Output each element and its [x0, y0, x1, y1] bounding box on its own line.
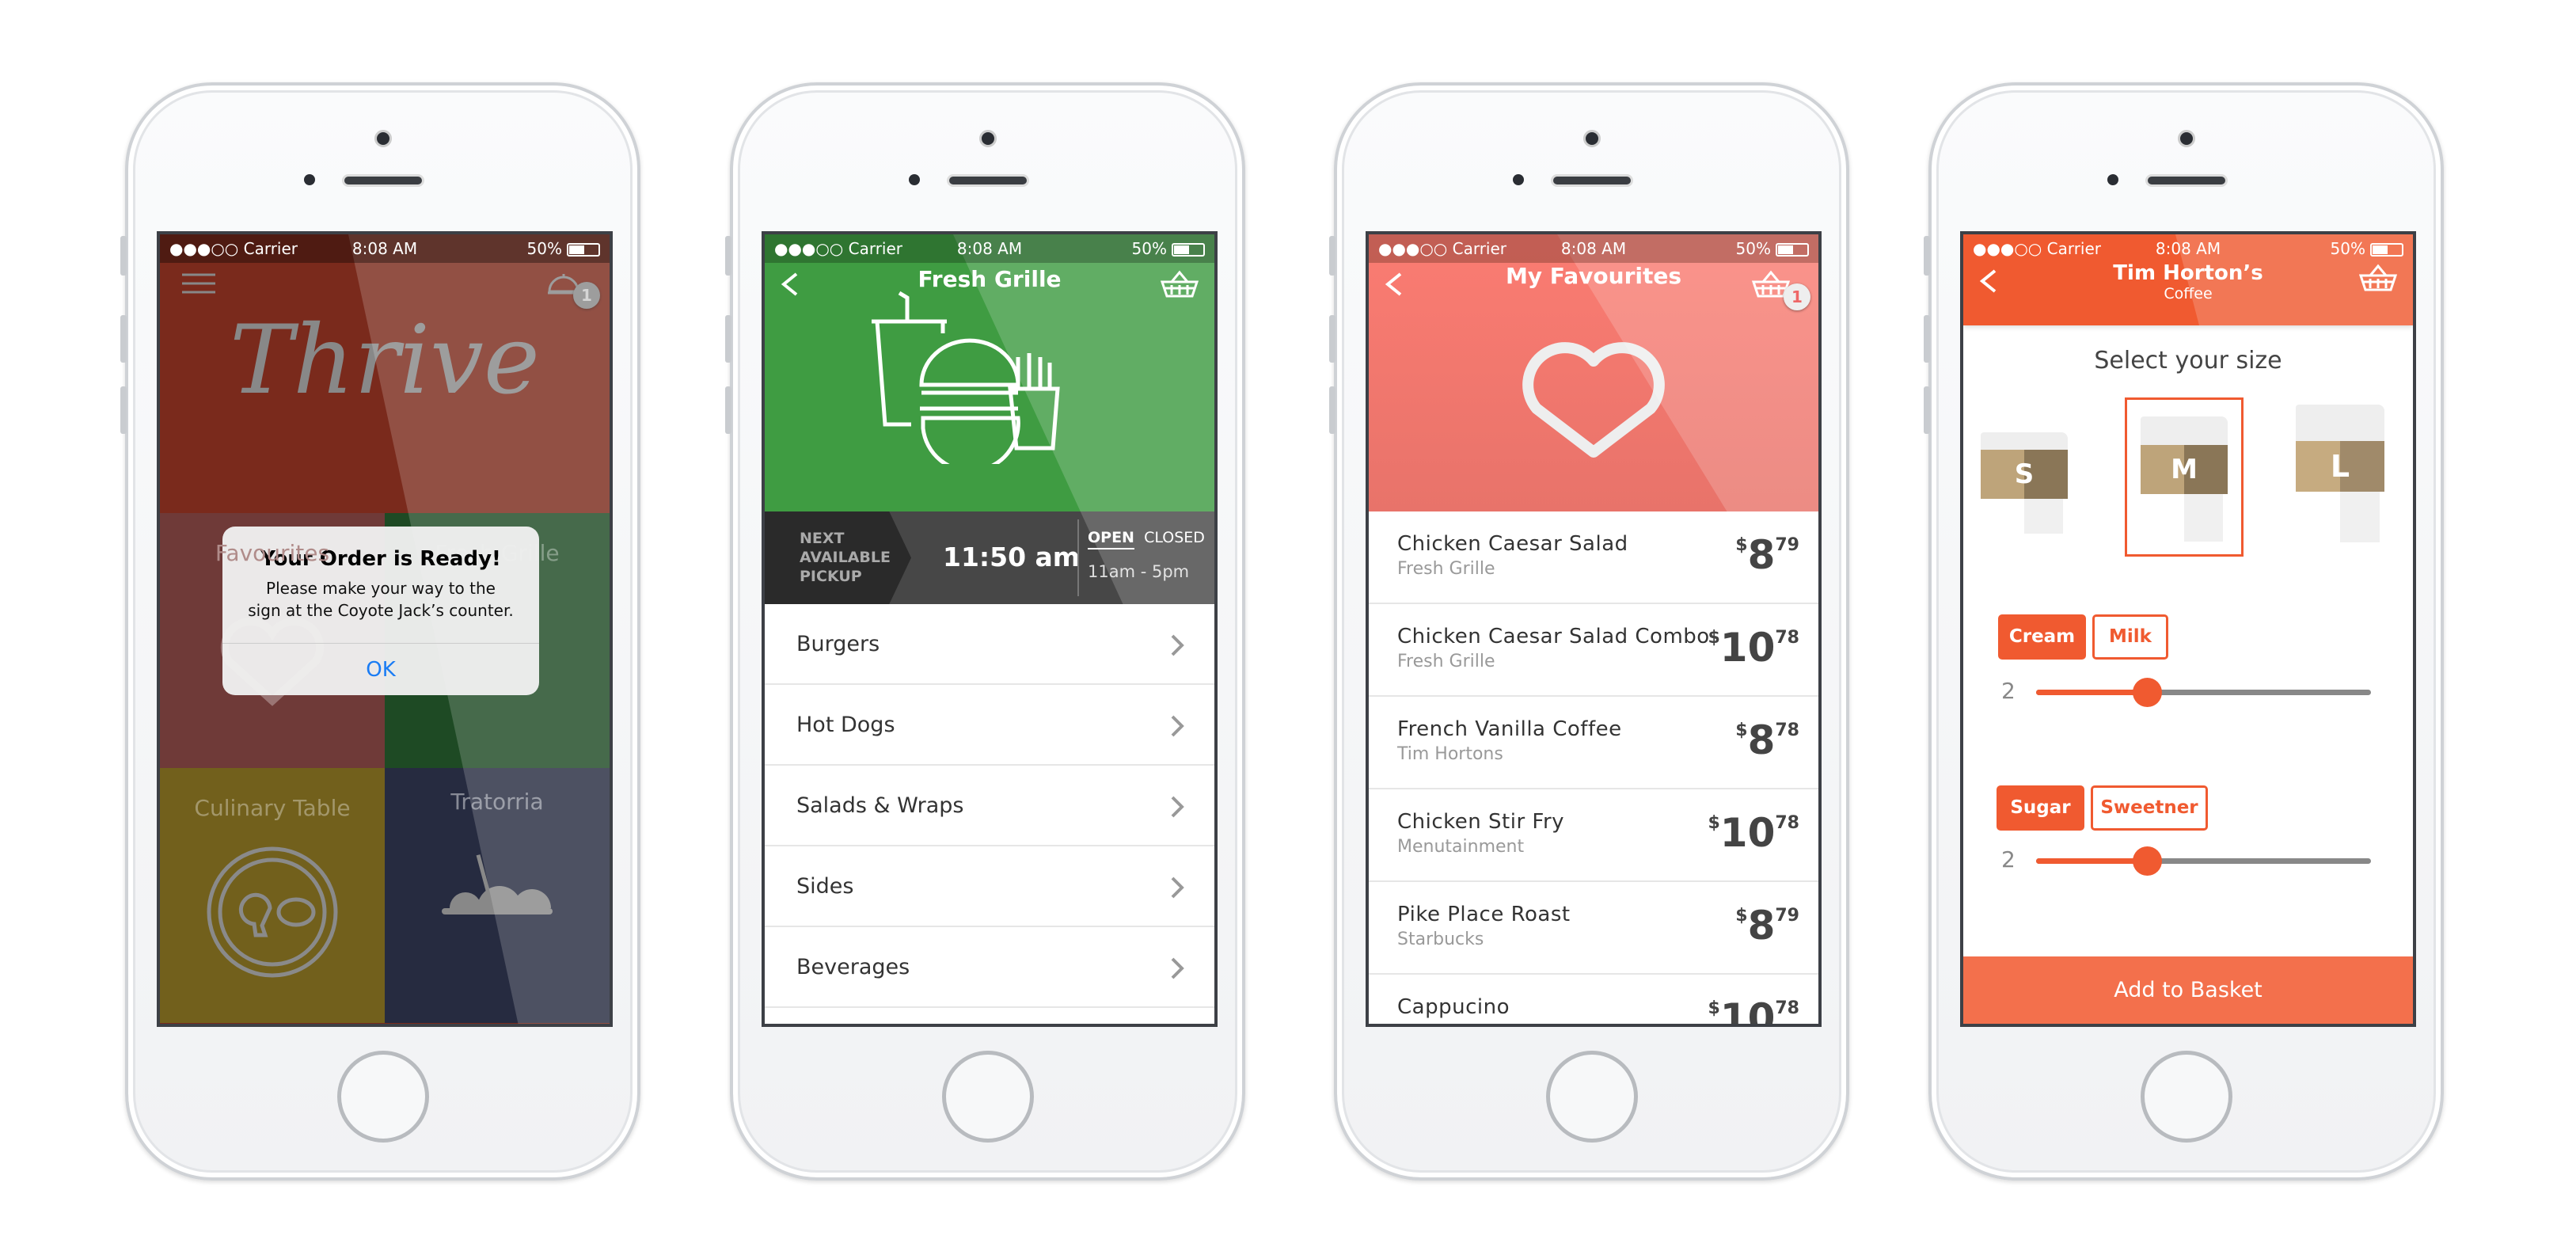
- sweetner-button[interactable]: Sweetner: [2091, 785, 2208, 831]
- price: $878: [1735, 717, 1799, 763]
- slider-thumb[interactable]: [2132, 678, 2162, 707]
- dairy-slider[interactable]: [2036, 678, 2371, 707]
- price: $1078: [1708, 625, 1799, 671]
- dairy-value: 2: [2001, 678, 2016, 704]
- home-button[interactable]: [2140, 1051, 2232, 1143]
- status-bar: ●●●○○ Carrier 8:08 AM 50%: [765, 234, 1214, 263]
- list-item[interactable]: Burgers: [765, 604, 1214, 685]
- heart-icon: [1522, 342, 1665, 458]
- slider-thumb[interactable]: [2132, 846, 2162, 876]
- plate-icon: [207, 846, 338, 978]
- speaker: [341, 174, 424, 187]
- list-item[interactable]: Pike Place Roast Starbucks $879: [1369, 882, 1818, 975]
- status-bar: ●●●○○ Carrier 8:08 AM 50%: [1963, 234, 2413, 263]
- tile-label: Tratorria: [450, 789, 544, 815]
- pickup-info-bar: NEXT AVAILABLE PICKUP 11:50 am OPEN CLOSED…: [765, 511, 1214, 604]
- battery-icon: [567, 243, 600, 257]
- page-title: Tim Horton’s Coffee: [2113, 261, 2263, 302]
- page-title: Fresh Grille: [918, 266, 1062, 292]
- chevron-right-icon: [1171, 796, 1184, 818]
- basket-icon[interactable]: [1161, 269, 1199, 301]
- tile-label: Culinary Table: [194, 795, 351, 821]
- home-button[interactable]: [336, 1051, 429, 1143]
- sugar-button[interactable]: Sugar: [1997, 785, 2084, 831]
- phone-4: ●●●○○ Carrier 8:08 AM 50% Tim Horton’s Coff…: [1924, 82, 2444, 1181]
- sweet-slider[interactable]: [2036, 846, 2371, 876]
- list-item[interactable]: Chicken Caesar Salad Combo Fresh Grille $1…: [1369, 604, 1818, 697]
- pasta-icon: [442, 854, 553, 914]
- phone-2: ●●●○○ Carrier 8:08 AM 50% Fresh Grille NEX…: [725, 82, 1245, 1181]
- home-screen: ●●●○○ Carrier 8:08 AM 50% 1 Thrive Favouri…: [157, 231, 613, 1027]
- favourites-screen: ●●●○○ Carrier 8:08 AM 50% My Favourites 1 …: [1366, 231, 1822, 1027]
- status-bar: ●●●○○ Carrier 8:08 AM 50%: [1369, 234, 1818, 263]
- list-item[interactable]: Chicken Caesar Salad Fresh Grille $879: [1369, 511, 1818, 604]
- tile-culinary-table[interactable]: Culinary Table: [160, 768, 385, 1023]
- milk-button[interactable]: Milk: [2092, 614, 2168, 660]
- order-ready-alert: Your Order is Ready! Please make your wa…: [222, 527, 539, 695]
- list-item[interactable]: Salads & Wraps: [765, 766, 1214, 846]
- basket-badge: 1: [1784, 283, 1810, 310]
- list-item[interactable]: Sides: [765, 846, 1214, 927]
- customize-screen: ●●●○○ Carrier 8:08 AM 50% Tim Horton’s Coff…: [1960, 231, 2416, 1027]
- status-bar: ●●●○○ Carrier 8:08 AM 50%: [160, 234, 610, 263]
- restaurant-screen: ●●●○○ Carrier 8:08 AM 50% Fresh Grille NEX…: [762, 231, 1218, 1027]
- sweet-value: 2: [2001, 846, 2016, 873]
- pickup-time: 11:50 am: [943, 542, 1081, 572]
- list-item[interactable]: Cappucino $1078: [1369, 975, 1818, 1024]
- chevron-right-icon: [1171, 715, 1184, 737]
- price: $1078: [1708, 810, 1799, 856]
- price: $879: [1735, 903, 1799, 949]
- basket-icon[interactable]: [2359, 263, 2397, 295]
- hamburger-icon[interactable]: [180, 272, 217, 295]
- phone-3: ●●●○○ Carrier 8:08 AM 50% My Favourites 1 …: [1329, 82, 1849, 1181]
- home-button[interactable]: [941, 1051, 1034, 1143]
- hours: 11am - 5pm: [1088, 562, 1190, 581]
- open-status: OPEN: [1088, 529, 1134, 549]
- list-item[interactable]: Hot Dogs: [765, 685, 1214, 766]
- list-item[interactable]: Beverages: [765, 927, 1214, 1008]
- home-button[interactable]: [1545, 1051, 1638, 1143]
- tile-tratorria[interactable]: Tratorria: [385, 768, 610, 1023]
- page-title: My Favourites: [1505, 263, 1682, 289]
- thrive-logo: Thrive: [230, 306, 540, 416]
- size-small-button[interactable]: S: [1981, 432, 2068, 535]
- list-item[interactable]: Chicken Stir Fry Menutainment $1078: [1369, 789, 1818, 882]
- price: $1078: [1708, 995, 1799, 1024]
- add-to-basket-button[interactable]: Add to Basket: [1963, 956, 2413, 1024]
- closed-status: CLOSED: [1144, 529, 1205, 546]
- list-item[interactable]: French Vanilla Coffee Tim Hortons $878: [1369, 697, 1818, 789]
- notification-badge: 1: [573, 282, 600, 309]
- size-medium-button[interactable]: M: [2141, 416, 2228, 543]
- price: $879: [1735, 532, 1799, 578]
- chevron-right-icon: [1171, 634, 1184, 656]
- chevron-right-icon: [1171, 957, 1184, 979]
- camera: [374, 130, 392, 147]
- ok-button[interactable]: OK: [222, 643, 539, 695]
- size-large-button[interactable]: L: [2296, 405, 2384, 543]
- cream-button[interactable]: Cream: [1998, 614, 2086, 660]
- chevron-right-icon: [1171, 876, 1184, 899]
- fast-food-icon: [872, 291, 1060, 464]
- phone-1: ●●●○○ Carrier 8:08 AM 50% 1 Thrive Favouri…: [120, 82, 640, 1181]
- size-heading: Select your size: [2094, 347, 2282, 375]
